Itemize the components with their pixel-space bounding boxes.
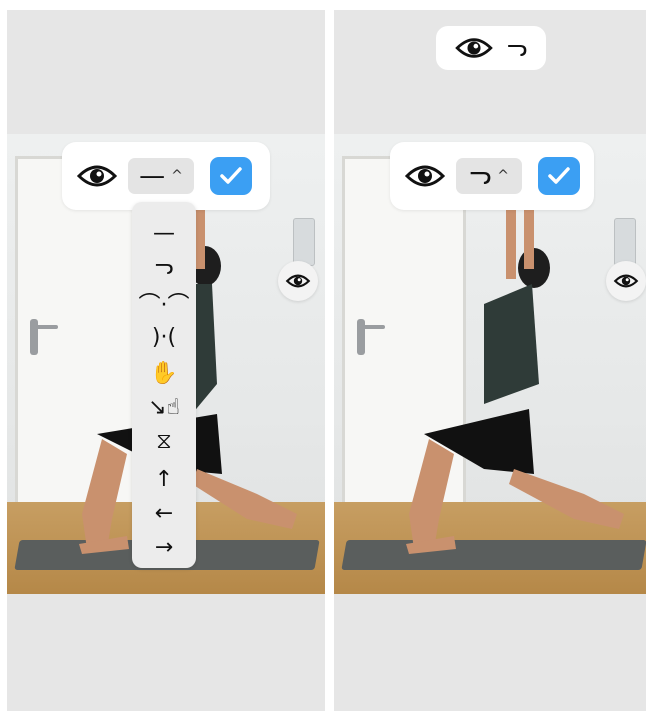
side-visibility-button[interactable] xyxy=(278,261,318,301)
chevron-up-icon: ^ xyxy=(171,168,183,184)
nose-icon: ᓓ xyxy=(506,34,528,62)
dropdown-item-arrow-right[interactable]: → xyxy=(132,530,196,564)
dropdown-item-finger-point[interactable]: ↘☝ xyxy=(132,390,196,424)
dropdown-item-cheeks[interactable]: )·( xyxy=(132,320,196,354)
check-icon xyxy=(548,167,570,184)
eye-icon xyxy=(613,274,639,288)
finger-point-icon: ↘☝ xyxy=(148,394,180,420)
confirm-button[interactable] xyxy=(538,157,580,195)
marker-type-select[interactable]: — ^ xyxy=(128,158,194,194)
left-panel: — ^ — ᓓ ⌒·⌒ )·( ✋ ↘☝ ⧖ ↑ ← → xyxy=(7,10,325,711)
cheeks-icon: )·( xyxy=(151,324,177,350)
confirm-button[interactable] xyxy=(210,157,252,195)
dropdown-item-hand[interactable]: ✋ xyxy=(132,356,196,390)
marker-preview-pill[interactable]: ᓓ xyxy=(436,26,546,70)
foot-icon: ⧖ xyxy=(156,428,172,454)
dropdown-item-arrow-left[interactable]: ← xyxy=(132,496,196,530)
marker-type-dropdown: — ᓓ ⌒·⌒ )·( ✋ ↘☝ ⧖ ↑ ← → xyxy=(132,202,196,568)
dropdown-item-foot[interactable]: ⧖ xyxy=(132,424,196,458)
side-visibility-button[interactable] xyxy=(606,261,646,301)
marker-toolbar: — ^ xyxy=(62,142,270,210)
selected-marker-glyph: ᓓ xyxy=(469,161,492,191)
dropdown-item-line[interactable]: — xyxy=(132,216,196,250)
arrow-right-icon: → xyxy=(154,534,174,560)
marker-type-select[interactable]: ᓓ ^ xyxy=(456,158,522,194)
selected-marker-glyph: — xyxy=(139,161,166,191)
marker-toolbar: ᓓ ^ xyxy=(390,142,594,210)
dropdown-item-arrow-up[interactable]: ↑ xyxy=(132,462,196,496)
visibility-toggle[interactable] xyxy=(402,153,448,199)
check-icon xyxy=(220,167,242,184)
eye-icon xyxy=(405,165,445,187)
chevron-up-icon: ^ xyxy=(497,168,509,184)
eye-icon xyxy=(455,38,493,58)
eye-icon xyxy=(285,274,311,288)
nose-icon: ᓓ xyxy=(154,254,174,280)
eyebrows-icon: ⌒·⌒ xyxy=(138,293,190,318)
arrow-up-icon: ↑ xyxy=(154,466,174,492)
dropdown-item-nose[interactable]: ᓓ xyxy=(132,250,196,284)
eye-icon xyxy=(77,165,117,187)
hand-icon: ✋ xyxy=(150,360,178,386)
arrow-left-icon: ← xyxy=(154,500,174,526)
right-panel: ᓓ ᓓ ^ xyxy=(334,10,646,711)
line-icon: — xyxy=(153,220,175,246)
visibility-toggle[interactable] xyxy=(74,153,120,199)
dropdown-item-eyebrows[interactable]: ⌒·⌒ xyxy=(132,286,196,320)
